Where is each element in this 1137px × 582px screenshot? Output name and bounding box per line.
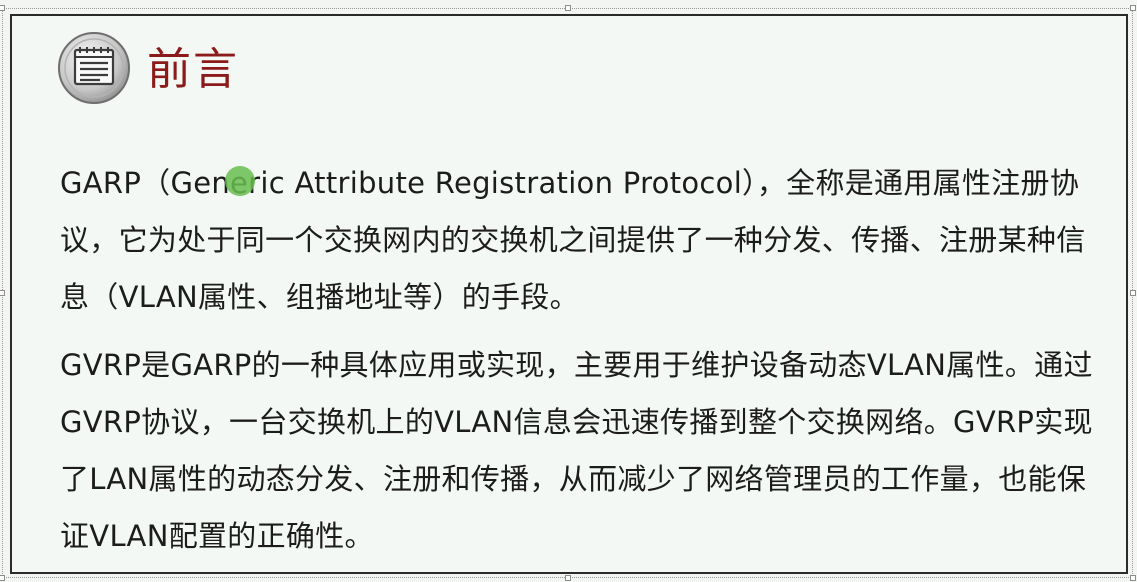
resize-handle-middle-right[interactable] (1130, 290, 1136, 296)
resize-handle-top-left[interactable] (0, 5, 5, 11)
paragraph-garp: GARP（Generic Attribute Registration Prot… (60, 166, 1086, 314)
paragraph-gvrp: GVRP是GARP的一种具体应用或实现，主要用于维护设备动态VLAN属性。通过G… (60, 348, 1093, 553)
resize-handle-top-right[interactable] (1130, 5, 1136, 11)
resize-handle-top-center[interactable] (565, 5, 571, 11)
notepad-icon (58, 32, 130, 104)
resize-handle-bottom-right[interactable] (1130, 575, 1136, 581)
resize-handle-bottom-center[interactable] (565, 575, 571, 581)
slide-title: 前言 (147, 44, 239, 95)
resize-handle-middle-left[interactable] (0, 290, 5, 296)
pointer-cursor-highlight (225, 166, 255, 196)
resize-handle-bottom-left[interactable] (0, 575, 5, 581)
